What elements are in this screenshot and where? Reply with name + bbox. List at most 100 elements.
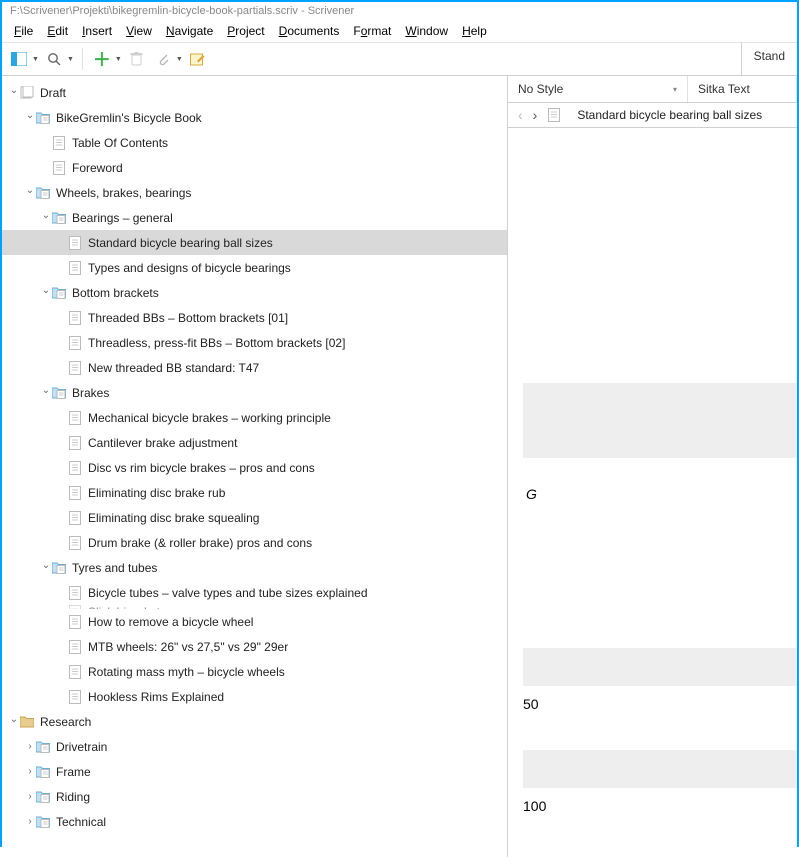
tree-item[interactable]: ⌄Wheels, brakes, bearings xyxy=(2,180,507,205)
tree-item-label: Threaded BBs – Bottom brackets [01] xyxy=(88,311,288,325)
doc-icon xyxy=(68,361,82,375)
doc-icon xyxy=(68,536,82,550)
disclosure-icon[interactable]: ⌄ xyxy=(24,185,36,196)
tree-item[interactable]: Foreword xyxy=(2,155,507,180)
menu-help[interactable]: Help xyxy=(456,22,493,40)
view-mode-button[interactable] xyxy=(8,48,30,70)
tree-item-label: Bottom brackets xyxy=(72,286,159,300)
tree-item[interactable]: ›Riding xyxy=(2,784,507,809)
disclosure-icon[interactable]: ⌄ xyxy=(8,85,20,96)
window-title: F:\Scrivener\Projekti\bikegremlin-bicycl… xyxy=(2,2,797,20)
dropdown-icon[interactable]: ▼ xyxy=(176,56,183,63)
tree-item-label: Drum brake (& roller brake) pros and con… xyxy=(88,536,312,550)
menu-navigate[interactable]: Navigate xyxy=(160,22,219,40)
tree-item[interactable]: How to remove a bicycle wheel xyxy=(2,609,507,634)
format-bar: No Style ▾ Sitka Text xyxy=(508,76,797,103)
tree-item-label: Standard bicycle bearing ball sizes xyxy=(88,236,273,250)
doc-icon xyxy=(68,586,82,600)
menu-documents[interactable]: Documents xyxy=(273,22,346,40)
tree-item[interactable]: Threaded BBs – Bottom brackets [01] xyxy=(2,305,507,330)
doc-title: Standard bicycle bearing ball sizes xyxy=(577,108,762,122)
doc-icon xyxy=(68,336,82,350)
tree-item[interactable]: ⌄Bearings – general xyxy=(2,205,507,230)
dropdown-icon[interactable]: ▼ xyxy=(115,56,122,63)
research-icon xyxy=(20,715,34,729)
attach-button[interactable] xyxy=(152,48,174,70)
disclosure-icon[interactable]: › xyxy=(24,766,36,777)
font-selector[interactable]: Sitka Text xyxy=(688,76,797,102)
disclosure-icon[interactable]: › xyxy=(24,741,36,752)
tree-item-label: How to remove a bicycle wheel xyxy=(88,615,253,629)
menu-file[interactable]: File xyxy=(8,22,39,40)
doc-icon xyxy=(68,236,82,250)
tree-item[interactable]: New threaded BB standard: T47 xyxy=(2,355,507,380)
disclosure-icon[interactable]: ⌄ xyxy=(40,560,52,571)
style-selector[interactable]: No Style ▾ xyxy=(508,76,688,102)
tree-item-label: Eliminating disc brake squealing xyxy=(88,511,259,525)
tree-item[interactable]: Hookless Rims Explained xyxy=(2,684,507,709)
tree-item[interactable]: ⌄ Research xyxy=(2,709,507,734)
binder-tree[interactable]: ⌄Draft⌄BikeGremlin's Bicycle BookTable O… xyxy=(2,76,508,857)
dropdown-icon[interactable]: ▼ xyxy=(32,56,39,63)
nav-forward-icon[interactable]: › xyxy=(533,107,538,123)
tree-item-label: Hookless Rims Explained xyxy=(88,690,224,704)
toolbar-right-label: Stand xyxy=(741,43,797,75)
tree-item[interactable]: Bicycle tubes – valve types and tube siz… xyxy=(2,580,507,605)
disclosure-icon[interactable]: › xyxy=(24,791,36,802)
menu-insert[interactable]: Insert xyxy=(76,22,118,40)
folder-text-icon xyxy=(52,561,66,575)
menu-project[interactable]: Project xyxy=(221,22,270,40)
tree-item[interactable]: ⌄Tyres and tubes xyxy=(2,555,507,580)
tree-item[interactable]: Cantilever brake adjustment xyxy=(2,430,507,455)
tree-item-label: Rotating mass myth – bicycle wheels xyxy=(88,665,285,679)
tree-item[interactable]: Eliminating disc brake rub xyxy=(2,480,507,505)
text-50: 50 xyxy=(523,696,539,712)
disclosure-icon[interactable]: ⌄ xyxy=(24,110,36,121)
menu-window[interactable]: Window xyxy=(399,22,454,40)
disclosure-icon[interactable]: ⌄ xyxy=(8,714,20,725)
menu-view[interactable]: View xyxy=(120,22,158,40)
search-button[interactable] xyxy=(43,48,65,70)
tree-item-label: BikeGremlin's Bicycle Book xyxy=(56,111,202,125)
tree-item[interactable]: ›Frame xyxy=(2,759,507,784)
compose-button[interactable] xyxy=(187,48,209,70)
menu-format[interactable]: Format xyxy=(347,22,397,40)
tree-item[interactable]: MTB wheels: 26" vs 27,5" vs 29" 29er xyxy=(2,634,507,659)
disclosure-icon[interactable]: › xyxy=(24,816,36,827)
tree-item[interactable]: ⌄ BikeGremlin's Bicycle Book xyxy=(2,105,507,130)
tree-item[interactable]: Standard bicycle bearing ball sizes xyxy=(2,230,507,255)
tree-item-label: Drivetrain xyxy=(56,740,107,754)
doc-icon xyxy=(68,486,82,500)
tree-item[interactable]: Mechanical bicycle brakes – working prin… xyxy=(2,405,507,430)
nav-back-icon[interactable]: ‹ xyxy=(518,107,523,123)
tree-item[interactable]: ⌄Draft xyxy=(2,80,507,105)
disclosure-icon[interactable]: ⌄ xyxy=(40,210,52,221)
tree-item-label: Types and designs of bicycle bearings xyxy=(88,261,291,275)
tree-item[interactable]: Disc vs rim bicycle brakes – pros and co… xyxy=(2,455,507,480)
tree-item-label: Research xyxy=(40,715,91,729)
add-button[interactable]: ＋ xyxy=(91,48,113,70)
doc-icon xyxy=(68,461,82,475)
tree-item[interactable]: Table Of Contents xyxy=(2,130,507,155)
disclosure-icon[interactable]: ⌄ xyxy=(40,385,52,396)
tree-item[interactable]: ⌄Brakes xyxy=(2,380,507,405)
doc-icon xyxy=(68,511,82,525)
folder-text-icon xyxy=(52,386,66,400)
tree-item[interactable]: Types and designs of bicycle bearings xyxy=(2,255,507,280)
tree-item[interactable]: › Drivetrain xyxy=(2,734,507,759)
tree-item-label: New threaded BB standard: T47 xyxy=(88,361,259,375)
tree-item[interactable]: Threadless, press-fit BBs – Bottom brack… xyxy=(2,330,507,355)
dropdown-icon[interactable]: ▼ xyxy=(67,56,74,63)
editor-page[interactable]: G 50 100 xyxy=(508,128,797,857)
tree-item[interactable]: Eliminating disc brake squealing xyxy=(2,505,507,530)
trash-button[interactable] xyxy=(126,48,148,70)
tree-item[interactable]: ⌄ Bottom brackets xyxy=(2,280,507,305)
tree-item[interactable]: ›Technical xyxy=(2,809,507,834)
menu-edit[interactable]: Edit xyxy=(41,22,74,40)
tree-item[interactable]: Drum brake (& roller brake) pros and con… xyxy=(2,530,507,555)
doc-icon xyxy=(547,108,561,122)
content-block xyxy=(523,383,797,458)
doc-icon xyxy=(68,665,82,679)
tree-item[interactable]: Rotating mass myth – bicycle wheels xyxy=(2,659,507,684)
disclosure-icon[interactable]: ⌄ xyxy=(40,285,52,296)
